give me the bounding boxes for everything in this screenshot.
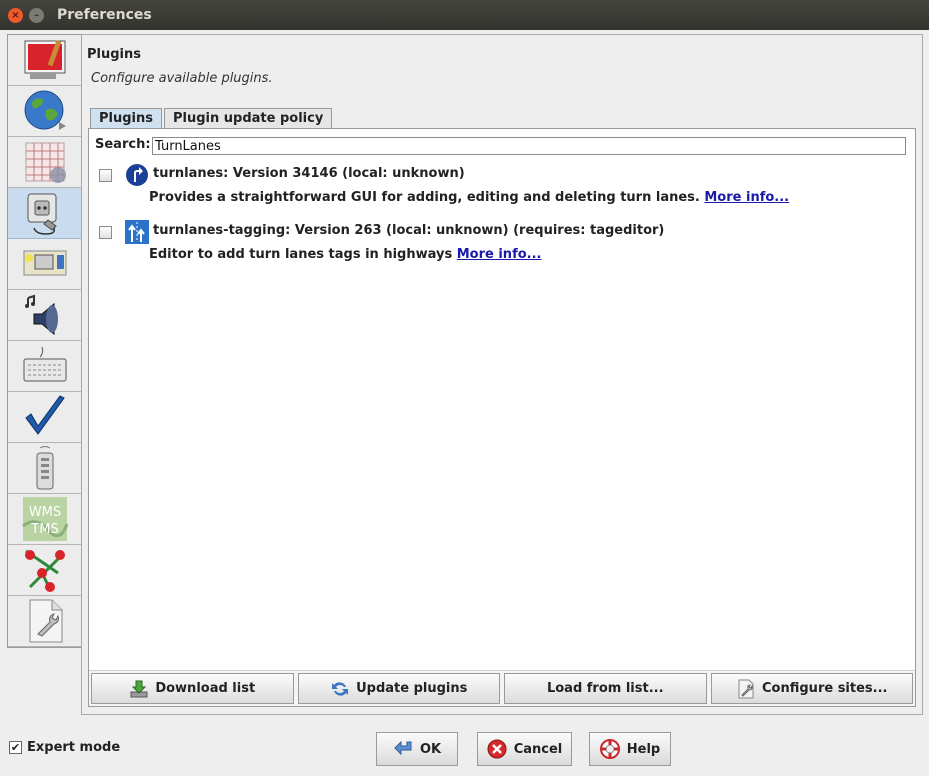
download-list-button[interactable]: Download list [91, 673, 294, 704]
paint-brush-screen-icon [24, 40, 65, 79]
sidebar-item-audio-settings[interactable] [8, 290, 81, 341]
help-label: Help [626, 741, 661, 757]
sidebar-item-validator[interactable] [8, 392, 81, 443]
plugin-action-buttons: Download list Update plugins Load from l… [89, 670, 915, 706]
sidebar-item-shortcuts[interactable] [8, 341, 81, 392]
help-button[interactable]: Help [589, 732, 671, 766]
configure-icon [738, 679, 754, 698]
ok-button[interactable]: OK [376, 732, 458, 766]
download-list-label: Download list [155, 681, 256, 696]
connection-icon [24, 549, 65, 592]
plug-icon [27, 193, 57, 235]
configure-sites-button[interactable]: Configure sites... [710, 673, 913, 704]
section-title: Plugins [87, 47, 141, 62]
tab-plugin-update-policy[interactable]: Plugin update policy [164, 108, 333, 128]
more-info-link[interactable]: More info... [704, 190, 789, 205]
expert-mode-label: Expert mode [27, 740, 121, 755]
expert-mode-toggle[interactable]: ✔ Expert mode [9, 740, 120, 755]
preferences-main-panel: Plugins Configure available plugins. Plu… [81, 34, 923, 715]
remote-control-icon [36, 446, 53, 490]
sidebar-item-toolbar-settings[interactable] [8, 239, 81, 290]
search-input[interactable] [152, 137, 906, 155]
sidebar-item-display-settings[interactable] [8, 35, 81, 86]
minimize-window-button[interactable]: – [29, 7, 44, 23]
plugin-title: turnlanes: Version 34146 (local: unknown… [153, 166, 465, 181]
tms-label: TMS [30, 522, 58, 537]
search-label: Search: [95, 137, 151, 152]
section-description: Configure available plugins. [91, 71, 273, 86]
load-from-list-label: Load from list... [546, 681, 664, 696]
keyboard-icon [23, 346, 66, 382]
sidebar-item-map-settings[interactable] [8, 86, 81, 137]
expert-mode-checkbox[interactable]: ✔ [9, 741, 22, 754]
plugin-description: Editor to add turn lanes tags in highway… [149, 247, 541, 262]
grid-map-icon [25, 142, 66, 183]
plugin-list-item: turnlanes-tagging: Version 263 (local: u… [99, 220, 899, 268]
plugin-tabs: Plugins Plugin update policy [90, 108, 334, 128]
plugins-tab-content: Search: turnlanes: Version 34146 (local:… [88, 128, 916, 707]
cancel-label: Cancel [513, 741, 563, 757]
document-wrench-icon [29, 599, 62, 643]
more-info-link[interactable]: More info... [457, 247, 542, 262]
preferences-sidebar: WMS TMS [7, 34, 82, 648]
lifebuoy-icon [599, 739, 620, 759]
globe-icon [24, 90, 66, 130]
plugin-description-text: Provides a straightforward GUI for addin… [149, 190, 700, 205]
plugin-checkbox-turnlanes-tagging[interactable] [99, 226, 112, 239]
wms-tms-icon: WMS TMS [21, 497, 68, 541]
title-bar: × – Preferences [0, 0, 929, 30]
sidebar-item-plugins[interactable] [8, 188, 81, 239]
load-from-list-button[interactable]: Load from list... [504, 673, 707, 704]
refresh-icon [332, 681, 349, 696]
turnlanes-tagging-icon [125, 220, 149, 244]
plugin-checkbox-turnlanes[interactable] [99, 169, 112, 182]
sidebar-item-remote-control[interactable] [8, 443, 81, 494]
download-icon [130, 680, 148, 697]
checkmark-icon [24, 395, 65, 435]
update-plugins-button[interactable]: Update plugins [297, 673, 500, 704]
wms-label: WMS [28, 505, 60, 520]
ok-label: OK [419, 741, 442, 757]
plugin-title: turnlanes-tagging: Version 263 (local: u… [153, 223, 665, 238]
plugin-description: Provides a straightforward GUI for addin… [149, 190, 789, 205]
cancel-icon [487, 739, 507, 759]
tab-plugins[interactable]: Plugins [90, 108, 162, 128]
ok-arrow-icon [394, 740, 412, 756]
sidebar-item-advanced[interactable] [8, 596, 81, 647]
close-window-button[interactable]: × [8, 7, 23, 23]
update-plugins-label: Update plugins [356, 681, 468, 696]
window-title: Preferences [57, 7, 152, 23]
toolbar-icon [23, 250, 66, 276]
sidebar-item-connection[interactable] [8, 545, 81, 596]
plugin-description-text: Editor to add turn lanes tags in highway… [149, 247, 453, 262]
cancel-button[interactable]: Cancel [477, 732, 572, 766]
turnlanes-icon [126, 164, 148, 186]
sidebar-item-projection-settings[interactable] [8, 137, 81, 188]
speaker-icon [24, 294, 58, 336]
sidebar-item-imagery[interactable]: WMS TMS [8, 494, 81, 545]
configure-sites-label: Configure sites... [762, 681, 888, 696]
plugin-list-item: turnlanes: Version 34146 (local: unknown… [99, 163, 899, 211]
